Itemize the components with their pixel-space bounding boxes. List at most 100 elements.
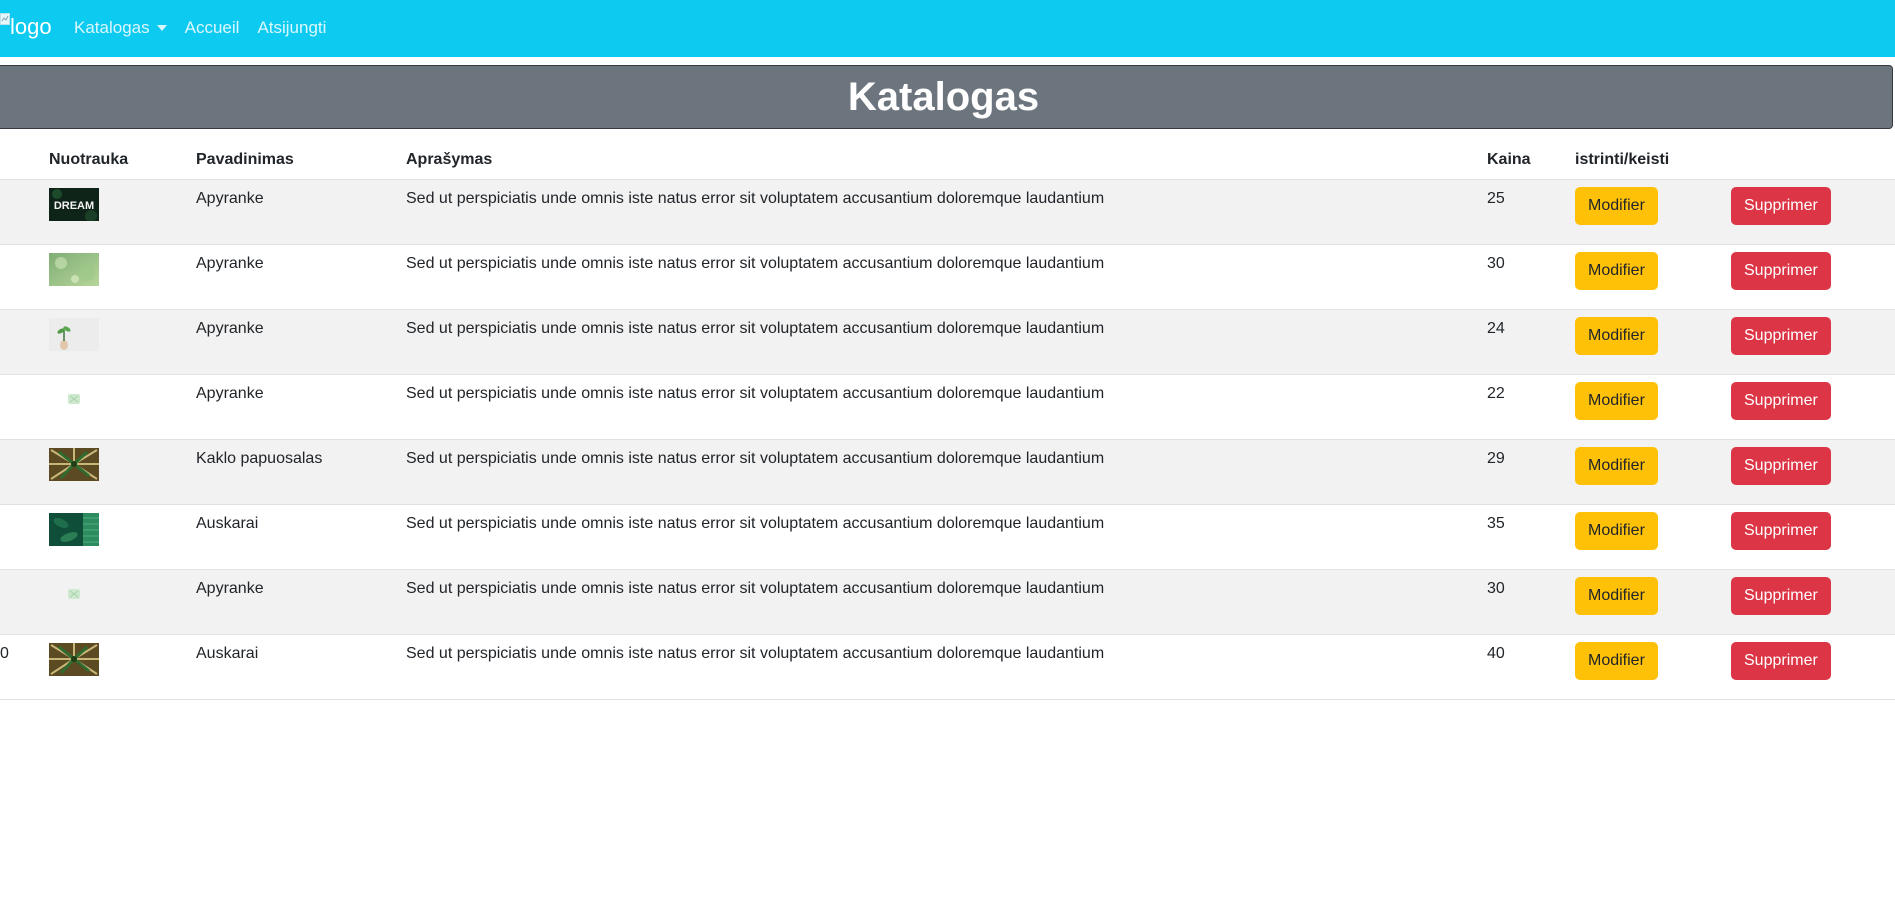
cell-edit: Modifier	[1567, 634, 1723, 700]
cell-delete: Supprimer	[1723, 244, 1895, 310]
cell-id	[0, 244, 41, 310]
nav-item-katalogas[interactable]: Katalogas	[74, 18, 167, 38]
delete-button[interactable]: Supprimer	[1731, 382, 1831, 420]
cell-id	[0, 439, 41, 505]
cell-id	[0, 569, 41, 635]
delete-button[interactable]: Supprimer	[1731, 512, 1831, 550]
column-header-actions: istrinti/keisti	[1567, 140, 1723, 180]
cell-price: 24	[1479, 309, 1567, 375]
nav-item-label: Atsijungti	[257, 18, 327, 37]
cell-photo	[41, 374, 188, 440]
modify-button[interactable]: Modifier	[1575, 252, 1658, 290]
cell-price: 25	[1479, 179, 1567, 245]
cell-edit: Modifier	[1567, 179, 1723, 245]
delete-button[interactable]: Supprimer	[1731, 642, 1831, 680]
logo-alt-text: logo	[10, 14, 52, 39]
cell-price: 40	[1479, 634, 1567, 700]
cell-price: 29	[1479, 439, 1567, 505]
cell-name: Apyranke	[188, 179, 398, 245]
cell-price: 30	[1479, 244, 1567, 310]
cell-price: 30	[1479, 569, 1567, 635]
cell-description: Sed ut perspiciatis unde omnis iste natu…	[398, 569, 1479, 635]
cell-edit: Modifier	[1567, 374, 1723, 440]
column-header-description: Aprašymas	[398, 140, 1479, 180]
nav-item-atsijungti[interactable]: Atsijungti	[257, 18, 326, 38]
product-thumbnail	[49, 448, 180, 481]
cell-photo	[41, 439, 188, 505]
cell-description: Sed ut perspiciatis unde omnis iste natu…	[398, 244, 1479, 310]
cell-name: Auskarai	[188, 504, 398, 570]
cell-edit: Modifier	[1567, 309, 1723, 375]
column-header-price: Kaina	[1479, 140, 1567, 180]
delete-button[interactable]: Supprimer	[1731, 577, 1831, 615]
cell-photo	[41, 244, 188, 310]
product-thumbnail	[49, 643, 180, 676]
cell-name: Apyranke	[188, 309, 398, 375]
cell-photo	[41, 309, 188, 375]
cell-name: Apyranke	[188, 569, 398, 635]
cell-edit: Modifier	[1567, 244, 1723, 310]
cell-photo	[41, 634, 188, 700]
cell-name: Apyranke	[188, 244, 398, 310]
modify-button[interactable]: Modifier	[1575, 382, 1658, 420]
cell-name: Auskarai	[188, 634, 398, 700]
delete-button[interactable]: Supprimer	[1731, 447, 1831, 485]
nav-links: Katalogas Accueil Atsijungti	[74, 18, 326, 38]
cell-edit: Modifier	[1567, 439, 1723, 505]
cell-price: 22	[1479, 374, 1567, 440]
modify-button[interactable]: Modifier	[1575, 577, 1658, 615]
column-header-delete	[1723, 140, 1895, 180]
cell-edit: Modifier	[1567, 569, 1723, 635]
cell-description: Sed ut perspiciatis unde omnis iste natu…	[398, 179, 1479, 245]
cell-delete: Supprimer	[1723, 309, 1895, 375]
modify-button[interactable]: Modifier	[1575, 317, 1658, 355]
table-row: Apyranke Sed ut perspiciatis unde omnis i…	[0, 309, 1895, 375]
cell-id	[0, 179, 41, 245]
table-row: Kaklo papuosalas Sed ut perspiciatis unde…	[0, 439, 1895, 505]
table-row: 0 Auskarai Sed ut perspiciatis unde omnis …	[0, 634, 1895, 700]
delete-button[interactable]: Supprimer	[1731, 187, 1831, 225]
cell-delete: Supprimer	[1723, 374, 1895, 440]
cell-id	[0, 374, 41, 440]
cell-delete: Supprimer	[1723, 179, 1895, 245]
cell-description: Sed ut perspiciatis unde omnis iste natu…	[398, 634, 1479, 700]
caret-down-icon	[156, 25, 167, 31]
column-header-name: Pavadinimas	[188, 140, 398, 180]
table-row: Apyranke Sed ut perspiciatis unde omnis i…	[0, 569, 1895, 635]
cell-description: Sed ut perspiciatis unde omnis iste natu…	[398, 374, 1479, 440]
modify-button[interactable]: Modifier	[1575, 187, 1658, 225]
cell-price: 35	[1479, 504, 1567, 570]
cell-edit: Modifier	[1567, 504, 1723, 570]
delete-button[interactable]: Supprimer	[1731, 317, 1831, 355]
cell-id: 0	[0, 634, 41, 700]
broken-image-icon	[0, 13, 10, 25]
table-header-row: Nuotrauka Pavadinimas Aprašymas Kaina is…	[0, 140, 1895, 180]
cell-photo: DREAM	[41, 179, 188, 245]
product-thumbnail	[49, 578, 180, 611]
table-row: Auskarai Sed ut perspiciatis unde omnis i…	[0, 504, 1895, 570]
cell-description: Sed ut perspiciatis unde omnis iste natu…	[398, 504, 1479, 570]
svg-text:DREAM: DREAM	[54, 200, 94, 212]
product-thumbnail	[49, 318, 180, 351]
logo[interactable]: logo	[0, 13, 52, 40]
top-navbar: logo Katalogas Accueil Atsijungti	[0, 0, 1895, 57]
page-banner: Katalogas	[0, 65, 1893, 129]
nav-item-accueil[interactable]: Accueil	[185, 18, 240, 38]
delete-button[interactable]: Supprimer	[1731, 252, 1831, 290]
cell-delete: Supprimer	[1723, 634, 1895, 700]
catalog-table: Nuotrauka Pavadinimas Aprašymas Kaina is…	[0, 140, 1895, 700]
table-row: DREAM Apyranke Sed ut perspiciatis unde om…	[0, 179, 1895, 245]
cell-delete: Supprimer	[1723, 569, 1895, 635]
modify-button[interactable]: Modifier	[1575, 447, 1658, 485]
cell-name: Kaklo papuosalas	[188, 439, 398, 505]
product-thumbnail	[49, 253, 180, 286]
nav-item-label: Accueil	[184, 18, 240, 37]
cell-delete: Supprimer	[1723, 439, 1895, 505]
column-header-id	[0, 140, 41, 180]
modify-button[interactable]: Modifier	[1575, 642, 1658, 680]
product-thumbnail: DREAM	[49, 188, 180, 221]
cell-description: Sed ut perspiciatis unde omnis iste natu…	[398, 309, 1479, 375]
modify-button[interactable]: Modifier	[1575, 512, 1658, 550]
cell-photo	[41, 504, 188, 570]
cell-description: Sed ut perspiciatis unde omnis iste natu…	[398, 439, 1479, 505]
